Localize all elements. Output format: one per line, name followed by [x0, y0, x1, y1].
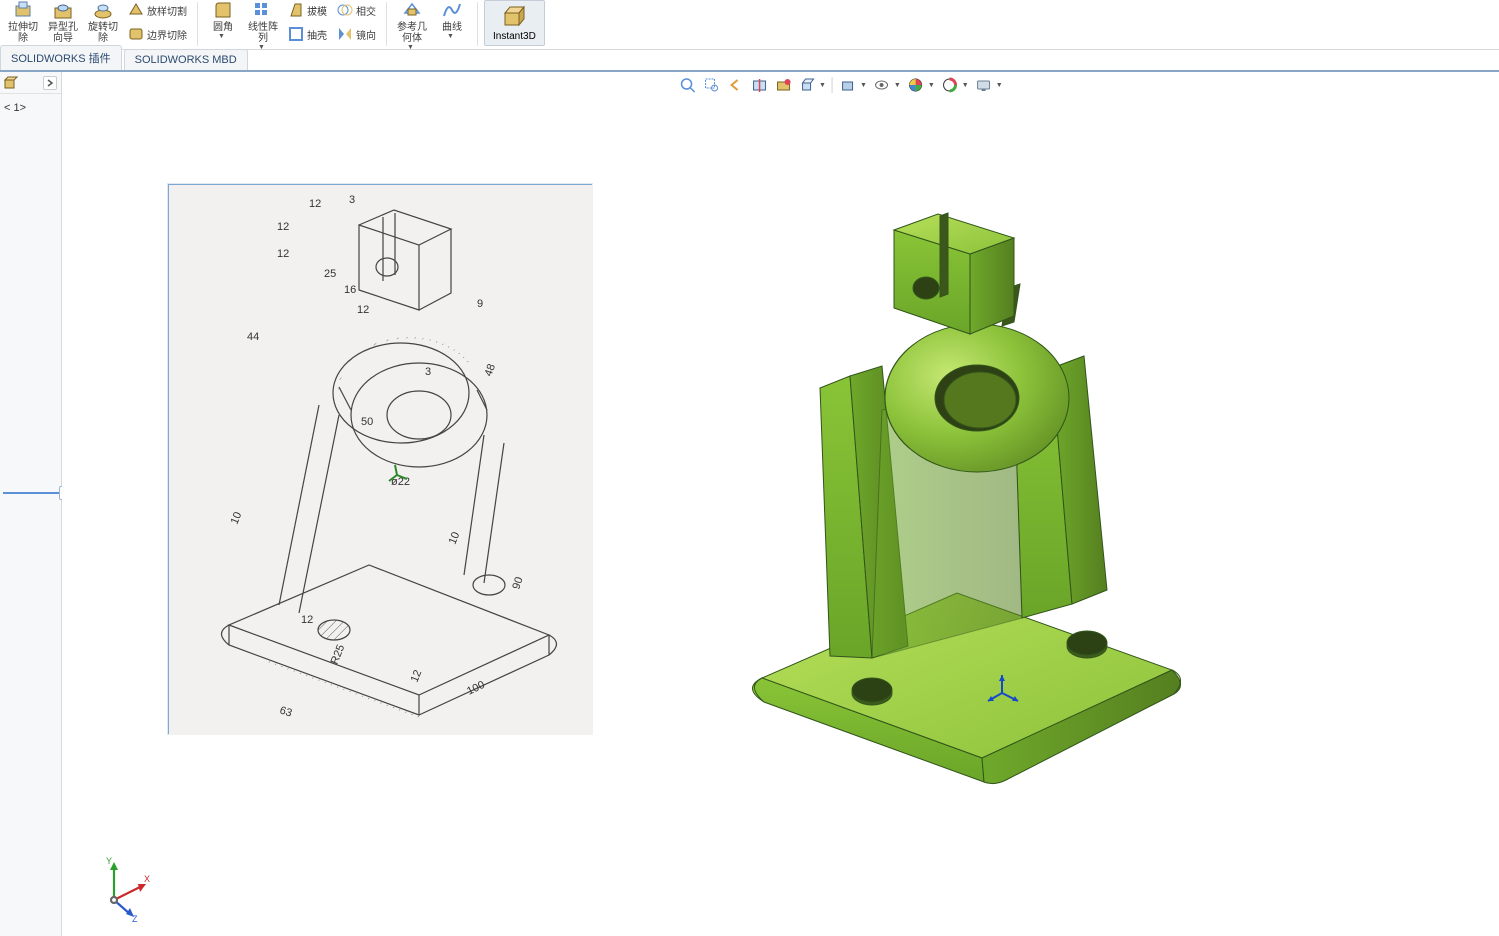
dim-text: 16: [344, 284, 356, 296]
edit-appearance-icon[interactable]: [907, 76, 925, 94]
ribbon-label: 抽壳: [307, 27, 327, 42]
instant3d-button[interactable]: Instant3D: [484, 0, 545, 46]
chevron-down-icon: ▼: [258, 44, 265, 52]
revolve-cut-icon: [93, 0, 113, 20]
heads-up-view-toolbar: ▼ ▼ ▼ ▼ ▼ ▼: [674, 74, 1007, 96]
ref-geometry-icon: [402, 0, 422, 20]
view-settings-icon[interactable]: [975, 76, 993, 94]
separator: [386, 2, 387, 46]
ribbon-label: 拔模: [307, 3, 327, 18]
extrude-cut-button[interactable]: 拉伸切除: [4, 0, 42, 44]
chevron-down-icon[interactable]: ▼: [860, 82, 867, 89]
view-orientation-icon[interactable]: [798, 76, 816, 94]
ribbon-label: 相交: [356, 3, 376, 18]
svg-text:X: X: [144, 874, 150, 884]
dim-text: 9: [477, 298, 483, 310]
fillet-icon: [213, 0, 233, 20]
chevron-down-icon[interactable]: ▼: [928, 82, 935, 89]
feature-tree[interactable]: < 1>: [0, 94, 61, 936]
dim-text: 3: [349, 194, 355, 206]
ribbon-label: 圆角: [213, 22, 233, 33]
fillet-button[interactable]: 圆角 ▼: [204, 0, 242, 41]
dim-text: 12: [277, 221, 289, 233]
zoom-to-area-icon[interactable]: [702, 76, 720, 94]
dim-text: 12: [277, 248, 289, 260]
panel-splitter[interactable]: [0, 490, 62, 496]
dim-text: 3: [425, 366, 431, 378]
dim-text: 12: [301, 614, 313, 626]
ribbon-label: 放样切割: [147, 3, 187, 18]
hide-show-items-icon[interactable]: [873, 76, 891, 94]
3d-model-view[interactable]: [702, 188, 1222, 828]
svg-text:Y: Y: [106, 856, 112, 866]
boundary-cut-button[interactable]: 边界切除: [124, 24, 191, 44]
ref-geometry-button[interactable]: 参考几何体 ▼: [393, 0, 431, 52]
section-view-icon[interactable]: [750, 76, 768, 94]
lofted-cut-button[interactable]: 放样切割: [124, 0, 191, 20]
curve-icon: [442, 0, 462, 20]
ribbon-label: Instant3D: [493, 31, 536, 42]
ribbon-label: 拉伸切除: [8, 22, 38, 44]
previous-view-icon[interactable]: [726, 76, 744, 94]
chevron-down-icon[interactable]: ▼: [996, 82, 1003, 89]
chevron-down-icon: ▼: [447, 33, 454, 41]
ribbon-label: 线性阵列: [248, 22, 278, 44]
dim-text: 25: [324, 268, 336, 280]
ribbon-tabs: SOLIDWORKS 插件 SOLIDWORKS MBD: [0, 50, 1499, 72]
ribbon-label: 异型孔向导: [48, 22, 78, 44]
curve-button[interactable]: 曲线 ▼: [433, 0, 471, 41]
revolve-cut-button[interactable]: 旋转切除: [84, 0, 122, 44]
feature-tree-panel: < 1>: [0, 72, 62, 936]
zoom-to-fit-icon[interactable]: [678, 76, 696, 94]
shell-icon: [288, 26, 304, 42]
draft-icon: [288, 2, 304, 18]
tab-mbd[interactable]: SOLIDWORKS MBD: [124, 49, 248, 70]
lofted-cut-icon: [128, 2, 144, 18]
mirror-icon: [337, 26, 353, 42]
linear-pattern-button[interactable]: 线性阵列 ▼: [244, 0, 282, 52]
display-style-icon[interactable]: [839, 76, 857, 94]
coordinate-triad[interactable]: Y X Z: [86, 852, 156, 922]
shell-button[interactable]: 抽壳: [284, 24, 331, 44]
chevron-down-icon: ▼: [218, 33, 225, 41]
panel-expand-button[interactable]: [43, 76, 57, 90]
main-area: < 1> ▼ ▼ ▼ ▼ ▼ ▼: [0, 72, 1499, 936]
ribbon-label: 边界切除: [147, 27, 187, 42]
tree-item[interactable]: < 1>: [4, 100, 57, 116]
linear-pattern-icon: [253, 0, 273, 20]
hole-wizard-icon: [53, 0, 73, 20]
chevron-down-icon[interactable]: ▼: [819, 82, 826, 89]
dynamic-annotation-icon[interactable]: [774, 76, 792, 94]
ribbon-label: 旋转切除: [88, 22, 118, 44]
intersect-icon: [337, 2, 353, 18]
dim-text: 12: [357, 304, 369, 316]
ribbon-label: 曲线: [442, 22, 462, 33]
ribbon-label: 镜向: [356, 27, 376, 42]
instant3d-icon: [502, 5, 526, 29]
chevron-down-icon: ▼: [407, 44, 414, 52]
separator: [477, 2, 478, 46]
mirror-button[interactable]: 镜向: [333, 24, 380, 44]
ribbon-label: 参考几何体: [397, 22, 427, 44]
intersect-button[interactable]: 相交: [333, 0, 380, 20]
apply-scene-icon[interactable]: [941, 76, 959, 94]
svg-text:Z: Z: [132, 914, 138, 922]
chevron-down-icon[interactable]: ▼: [962, 82, 969, 89]
dim-text: 44: [247, 331, 259, 343]
ribbon: 拉伸切除 异型孔向导 旋转切除 放样切割 边界切除: [0, 0, 1499, 50]
reference-sketch-image[interactable]: 12 3 12 12 16 25 12 44 48 9 3 50 ø22 10 …: [168, 184, 592, 734]
boundary-cut-icon: [128, 26, 144, 42]
dim-text: 50: [361, 416, 373, 428]
hole-wizard-button[interactable]: 异型孔向导: [44, 0, 82, 44]
separator: [197, 2, 198, 46]
graphics-viewport[interactable]: ▼ ▼ ▼ ▼ ▼ ▼: [62, 72, 1499, 936]
draft-button[interactable]: 拔模: [284, 0, 331, 20]
chevron-down-icon[interactable]: ▼: [894, 82, 901, 89]
dim-text: 12: [309, 198, 321, 210]
extrude-cut-icon: [13, 0, 33, 20]
tab-addins[interactable]: SOLIDWORKS 插件: [0, 45, 122, 70]
part-icon: [4, 76, 18, 90]
